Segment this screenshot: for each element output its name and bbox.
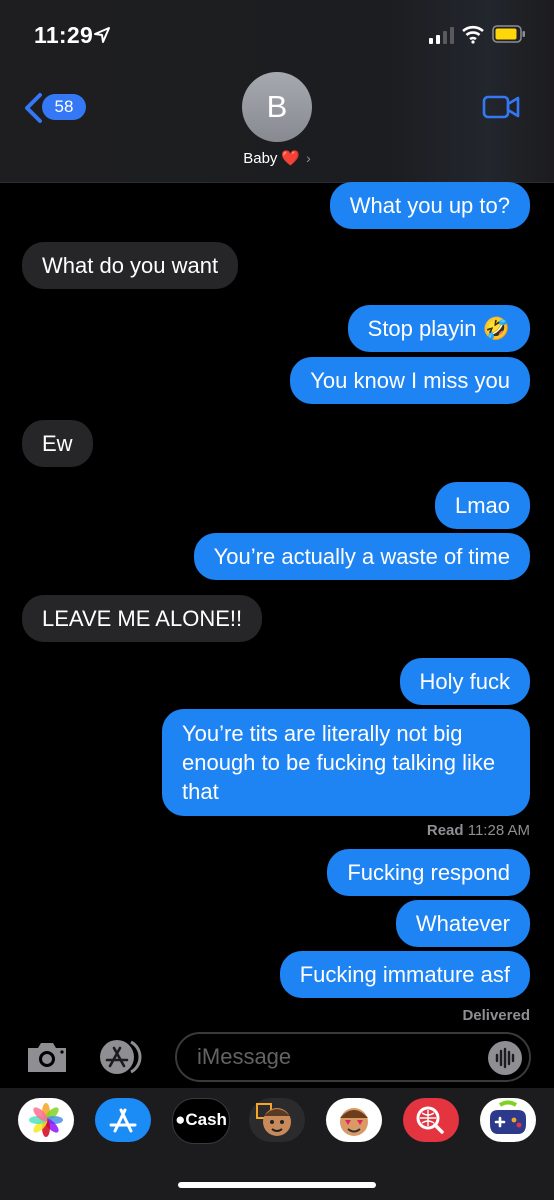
delivered-status: Delivered [462,1007,530,1024]
imessage-input[interactable]: iMessage [175,1032,531,1082]
message-bubble-outgoing[interactable]: Stop playin 🤣 [347,305,530,352]
unread-count-badge[interactable]: 58 [42,94,86,120]
message-bubble-outgoing[interactable]: Whatever [395,900,530,947]
message-bubble-outgoing[interactable]: Fucking immature asf [279,951,530,998]
camera-icon[interactable] [24,1040,70,1074]
input-placeholder: iMessage [197,1044,292,1069]
message-bubble-incoming[interactable]: What do you want [22,242,239,289]
cash-label: ●Cash [175,1110,227,1129]
status-time: 11:29 [34,22,94,48]
photos-icon[interactable] [18,1098,74,1142]
cellular-signal-icon [429,27,454,44]
message-bubble-outgoing[interactable]: What you up to? [329,182,530,229]
message-bubble-outgoing[interactable]: Holy fuck [399,658,530,705]
memoji-stickers-icon[interactable] [249,1098,305,1142]
voice-message-icon[interactable] [488,1041,522,1075]
contact-name: Baby [243,150,278,167]
message-bubble-outgoing[interactable]: You know I miss you [290,357,530,404]
apple-cash-icon[interactable]: ●Cash [172,1098,230,1144]
chevron-right-icon: › [306,150,311,166]
appstore-icon[interactable] [95,1098,151,1142]
message-bubble-outgoing[interactable]: You’re actually a waste of time [193,533,530,580]
read-label: Read [426,822,464,839]
facetime-video-icon[interactable] [482,94,520,120]
message-bubble-incoming[interactable]: Ew [22,420,93,467]
wifi-icon [462,25,484,44]
message-bubble-outgoing[interactable]: Fucking respond [327,849,530,896]
battery-icon [492,25,525,43]
contact-name-row[interactable]: Baby ❤️ › [0,149,554,167]
search-images-icon[interactable] [403,1098,459,1142]
message-bubble-outgoing[interactable]: You’re tits are literally not big enough… [162,709,530,816]
game-controller-icon[interactable] [480,1098,536,1142]
read-time: 11:28 AM [467,822,530,839]
avatar-initial: B [266,89,288,124]
message-bubble-incoming[interactable]: LEAVE ME ALONE!! [22,595,263,642]
back-chevron-icon[interactable] [22,92,44,124]
read-receipt: Read 11:28 AM [427,822,530,839]
contact-avatar[interactable]: B [242,72,312,142]
conversation-header: 11:29 58 B Baby ❤️ › [0,0,554,183]
animoji-icon[interactable] [326,1098,382,1142]
heart-emoji: ❤️ [281,150,301,167]
message-bubble-outgoing[interactable]: Lmao [434,482,530,529]
home-indicator[interactable] [178,1182,376,1188]
location-arrow-icon [94,27,110,43]
app-store-button-icon[interactable] [97,1039,151,1075]
